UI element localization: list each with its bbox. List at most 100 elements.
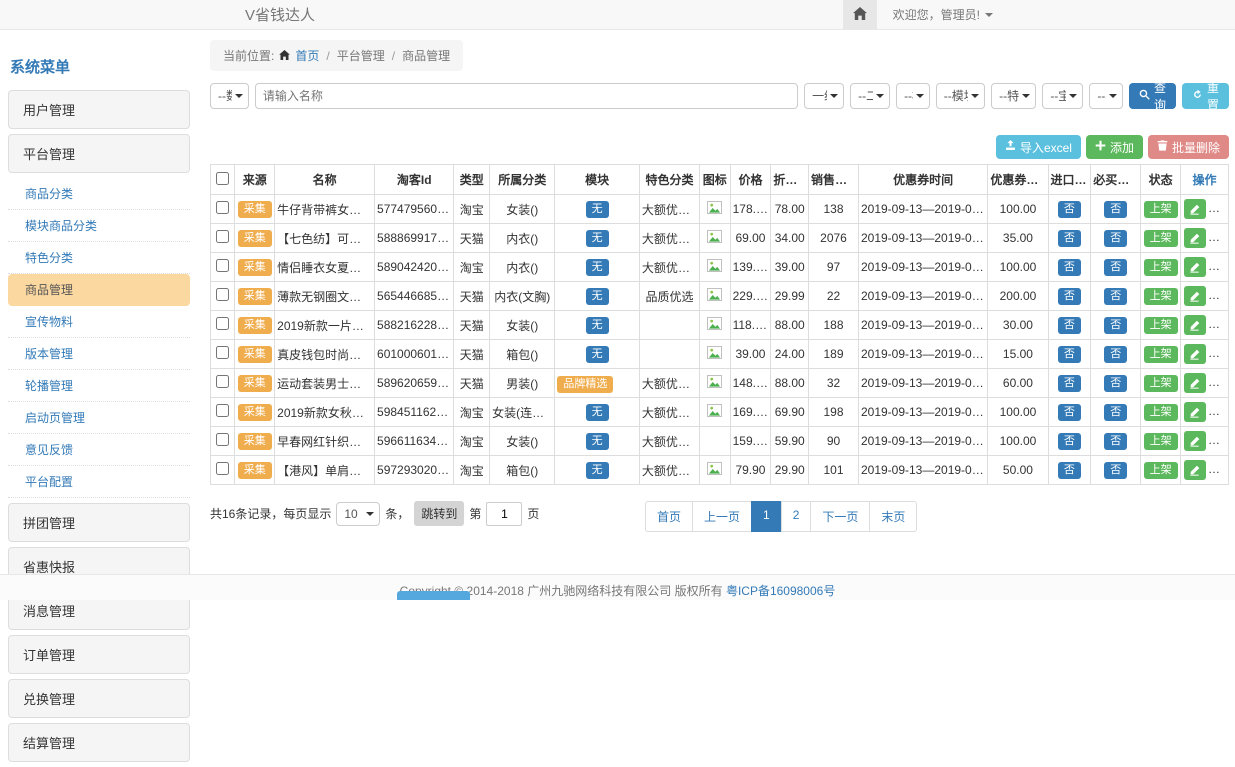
item-type-select[interactable]: --宝贝类型-- [1042, 83, 1083, 109]
edit-button[interactable] [1184, 257, 1206, 277]
import-toggle[interactable]: 否 [1058, 433, 1081, 450]
module-badge[interactable]: 无 [586, 346, 609, 363]
must-buy-toggle[interactable]: 否 [1104, 462, 1127, 479]
import-toggle[interactable]: 否 [1058, 404, 1081, 421]
module-badge[interactable]: 无 [586, 259, 609, 276]
sidebar-subitem-启动页管理[interactable]: 启动页管理 [8, 402, 190, 434]
status-toggle[interactable]: 上架 [1144, 288, 1178, 305]
sidebar-subitem-宣传物料[interactable]: 宣传物料 [8, 306, 190, 338]
status-toggle[interactable]: 上架 [1144, 433, 1178, 450]
edit-button[interactable] [1184, 344, 1206, 364]
jump-page-input[interactable] [486, 502, 522, 526]
row-checkbox[interactable] [216, 201, 229, 214]
import-toggle[interactable]: 否 [1058, 230, 1081, 247]
status-toggle[interactable]: 上架 [1144, 259, 1178, 276]
module-badge[interactable]: 无 [586, 230, 609, 247]
user-dropdown[interactable]: 欢迎您，管理员! [893, 6, 993, 23]
status-toggle[interactable]: 上架 [1144, 375, 1178, 392]
import-toggle[interactable]: 否 [1058, 288, 1081, 305]
status-toggle[interactable]: 上架 [1144, 346, 1178, 363]
import-toggle[interactable]: 否 [1058, 259, 1081, 276]
batch-delete-button[interactable]: 批量删除 [1148, 135, 1229, 159]
sidebar-subitem-轮播管理[interactable]: 轮播管理 [8, 370, 190, 402]
must-buy-toggle[interactable]: 否 [1104, 317, 1127, 334]
module-select[interactable]: --模块-- [896, 83, 930, 109]
sidebar-subitem-商品管理[interactable]: 商品管理 [8, 274, 190, 306]
sidebar-item-平台管理[interactable]: 平台管理 [8, 134, 190, 173]
pager-next[interactable]: 下一页 [810, 501, 870, 532]
sidebar-item-拼团管理[interactable]: 拼团管理 [8, 503, 190, 542]
import-excel-button[interactable]: 导入excel [996, 135, 1081, 159]
row-checkbox[interactable] [216, 404, 229, 417]
row-checkbox[interactable] [216, 288, 229, 301]
sidebar-item-用户管理[interactable]: 用户管理 [8, 90, 190, 129]
level2-category-select[interactable]: --二级分类-- [850, 83, 890, 109]
special-category-select[interactable]: --特色分类-- [991, 83, 1036, 109]
pager-prev[interactable]: 上一页 [692, 501, 752, 532]
pager-last[interactable]: 末页 [869, 501, 917, 532]
edit-button[interactable] [1184, 460, 1206, 480]
select-all-checkbox[interactable] [216, 172, 229, 185]
row-checkbox[interactable] [216, 346, 229, 359]
search-button[interactable]: 查询 [1129, 83, 1176, 109]
home-button[interactable] [843, 0, 877, 29]
row-checkbox[interactable] [216, 375, 229, 388]
row-checkbox[interactable] [216, 433, 229, 446]
edit-button[interactable] [1184, 431, 1206, 451]
must-buy-toggle[interactable]: 否 [1104, 259, 1127, 276]
row-checkbox[interactable] [216, 317, 229, 330]
sidebar-subitem-特色分类[interactable]: 特色分类 [8, 242, 190, 274]
import-toggle[interactable]: 否 [1058, 317, 1081, 334]
sidebar-item-兑换管理[interactable]: 兑换管理 [8, 679, 190, 718]
module-badge[interactable]: 无 [586, 201, 609, 218]
sidebar-subitem-版本管理[interactable]: 版本管理 [8, 338, 190, 370]
must-buy-toggle[interactable]: 否 [1104, 230, 1127, 247]
icp-link[interactable]: 粤ICP备16098006号 [726, 584, 835, 598]
import-toggle[interactable]: 否 [1058, 375, 1081, 392]
edit-button[interactable] [1184, 315, 1206, 335]
must-buy-toggle[interactable]: 否 [1104, 288, 1127, 305]
sidebar-item-结算管理[interactable]: 结算管理 [8, 723, 190, 762]
row-checkbox[interactable] [216, 230, 229, 243]
edit-button[interactable] [1184, 373, 1206, 393]
breadcrumb-home-link[interactable]: 首页 [295, 47, 319, 64]
reset-button[interactable]: 重置 [1182, 83, 1229, 109]
pager-page-1[interactable]: 1 [751, 501, 782, 532]
add-button[interactable]: 添加 [1086, 135, 1143, 159]
sidebar-subitem-商品分类[interactable]: 商品分类 [8, 178, 190, 210]
edit-button[interactable] [1184, 286, 1206, 306]
per-page-select[interactable]: 10 [336, 502, 380, 526]
sidebar-item-订单管理[interactable]: 订单管理 [8, 635, 190, 674]
edit-button[interactable] [1184, 228, 1206, 248]
pager-first[interactable]: 首页 [645, 501, 693, 532]
level1-category-select[interactable]: 一级分类 [804, 83, 844, 109]
sidebar-subitem-平台配置[interactable]: 平台配置 [8, 466, 190, 498]
name-search-input[interactable] [255, 83, 798, 109]
import-toggle[interactable]: 否 [1058, 462, 1081, 479]
import-toggle[interactable]: 否 [1058, 346, 1081, 363]
status-toggle[interactable]: 上架 [1144, 201, 1178, 218]
module-badge[interactable]: 无 [586, 288, 609, 305]
module-badge[interactable]: 无 [586, 317, 609, 334]
must-buy-toggle[interactable]: 否 [1104, 201, 1127, 218]
sidebar-subitem-意见反馈[interactable]: 意见反馈 [8, 434, 190, 466]
status-toggle[interactable]: 上架 [1144, 230, 1178, 247]
jump-button[interactable]: 跳转到 [414, 501, 464, 526]
must-buy-toggle[interactable]: 否 [1104, 375, 1127, 392]
data-source-select[interactable]: --数据来源-- [210, 83, 249, 109]
row-checkbox[interactable] [216, 259, 229, 272]
status-toggle[interactable]: 上架 [1144, 404, 1178, 421]
sidebar-subitem-模块商品分类[interactable]: 模块商品分类 [8, 210, 190, 242]
module-badge[interactable]: 无 [586, 433, 609, 450]
module-badge[interactable]: 无 [586, 462, 609, 479]
module-badge[interactable]: 品牌精选 [557, 376, 613, 393]
module-badge[interactable]: 无 [586, 404, 609, 421]
edit-button[interactable] [1184, 402, 1206, 422]
status-toggle[interactable]: 上架 [1144, 317, 1178, 334]
status-select[interactable]: --状态-- [1089, 83, 1123, 109]
status-toggle[interactable]: 上架 [1144, 462, 1178, 479]
must-buy-toggle[interactable]: 否 [1104, 404, 1127, 421]
row-checkbox[interactable] [216, 462, 229, 475]
pager-page-2[interactable]: 2 [781, 501, 812, 532]
must-buy-toggle[interactable]: 否 [1104, 433, 1127, 450]
